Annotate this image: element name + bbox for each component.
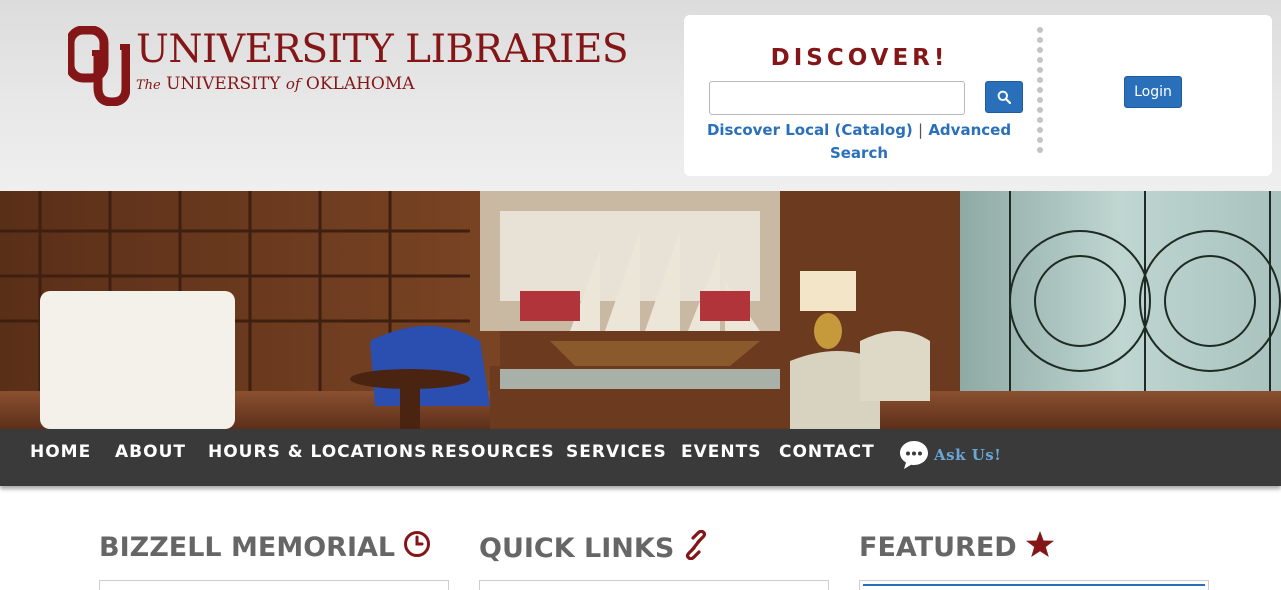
- section-bizzell-memorial: BIZZELL MEMORIAL: [99, 530, 431, 565]
- link-icon: [682, 529, 710, 567]
- star-icon: [1025, 530, 1055, 565]
- hero-image: [0, 191, 1281, 429]
- section-title-text: QUICK LINKS: [479, 533, 675, 564]
- library-reading-room-image: [0, 191, 1281, 429]
- search-icon: [997, 90, 1011, 104]
- discover-local-catalog-link[interactable]: Discover Local (Catalog): [707, 121, 913, 139]
- ask-us-label: Ask Us!: [934, 446, 1002, 464]
- link-separator: |: [918, 121, 924, 139]
- quick-links-panel: [479, 580, 829, 590]
- section-title-text: FEATURED: [859, 532, 1017, 563]
- logo-subtitle: The UNIVERSITY of OKLAHOMA: [136, 74, 415, 94]
- discover-search-input[interactable]: [709, 81, 965, 115]
- nav-events[interactable]: EVENTS: [681, 429, 761, 475]
- nav-services[interactable]: SERVICES: [566, 429, 667, 475]
- discover-links: Discover Local (Catalog) | Advanced Sear…: [704, 119, 1014, 165]
- section-featured: FEATURED: [859, 530, 1055, 565]
- ask-us-button[interactable]: Ask Us!: [898, 439, 1001, 471]
- ou-logo-mark: [68, 26, 130, 106]
- bizzell-memorial-panel: [99, 580, 449, 590]
- nav-about[interactable]: ABOUT: [115, 429, 186, 475]
- login-button[interactable]: Login: [1124, 76, 1182, 108]
- university-libraries-logo[interactable]: UNIVERSITY LIBRARIES The UNIVERSITY of O…: [68, 24, 629, 108]
- discover-title: DISCOVER!: [770, 45, 949, 71]
- vertical-divider: [1037, 27, 1043, 157]
- nav-resources[interactable]: RESOURCES: [431, 429, 555, 475]
- discover-search-panel: DISCOVER! Discover Local (Catalog) | Adv…: [684, 15, 1272, 176]
- section-quick-links: QUICK LINKS: [479, 529, 710, 567]
- section-title-text: BIZZELL MEMORIAL: [99, 532, 396, 563]
- site-header: UNIVERSITY LIBRARIES The UNIVERSITY of O…: [0, 0, 1281, 191]
- nav-hours-locations[interactable]: HOURS & LOCATIONS: [208, 429, 427, 475]
- main-navigation: HOME ABOUT HOURS & LOCATIONS RESOURCES S…: [0, 429, 1281, 486]
- chat-bubble-icon: [900, 441, 928, 469]
- clock-icon: [403, 530, 431, 565]
- nav-home[interactable]: HOME: [30, 429, 91, 475]
- nav-contact[interactable]: CONTACT: [779, 429, 875, 475]
- featured-panel: [859, 580, 1209, 590]
- logo-title: UNIVERSITY LIBRARIES: [136, 27, 629, 72]
- featured-panel-content: [863, 584, 1205, 588]
- search-button[interactable]: [985, 81, 1023, 113]
